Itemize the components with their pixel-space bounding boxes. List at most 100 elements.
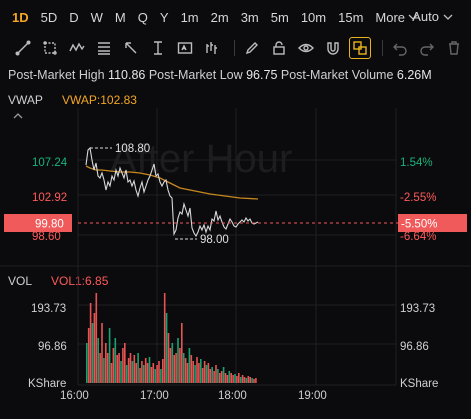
volume-bar [165, 313, 168, 383]
volume-bar [209, 369, 212, 383]
left-tick-low: 98.60 [32, 231, 61, 243]
volume-bar [220, 371, 223, 383]
volume-bar [99, 353, 101, 383]
volume-bar [232, 375, 234, 383]
volume-bar [200, 359, 202, 383]
volume-bar [141, 361, 143, 383]
time-tick-1: 16:00 [60, 390, 89, 402]
volume-bar [93, 313, 96, 383]
low-annotation: 98.00 [200, 234, 229, 246]
volume-bar [122, 348, 124, 383]
volume-bar [236, 376, 238, 383]
volume-bar [219, 373, 221, 383]
volume-bar [167, 333, 170, 383]
volume-bar [103, 358, 105, 383]
volume-bar [162, 359, 164, 383]
vol-right-tick-1: 193.73 [400, 303, 435, 315]
volume-bar [181, 323, 183, 383]
volume-bar [163, 293, 166, 383]
volume-bar [230, 373, 232, 383]
volume-bar [192, 361, 194, 383]
volume-bar [133, 355, 136, 383]
volume-bar [89, 303, 92, 383]
volume-bar [150, 367, 153, 383]
vol-left-tick-2: 96.86 [38, 341, 67, 353]
volume-bar [234, 374, 236, 383]
volume-bar [194, 365, 196, 383]
right-tick-high: 1.54% [400, 157, 433, 169]
volume-bar [124, 343, 126, 383]
volume-bar [243, 377, 246, 383]
volume-bar [144, 358, 147, 383]
volume-bar [186, 363, 189, 383]
volume-bar [154, 369, 156, 383]
volume-bar [253, 379, 255, 383]
volume-bar [205, 365, 208, 383]
volume-bar [173, 355, 175, 383]
volume-bar [241, 375, 244, 383]
volume-bar [91, 323, 94, 383]
right-tick-mid: -2.55% [400, 192, 436, 204]
volume-bar [135, 363, 137, 383]
left-tick-mid: 102.92 [32, 192, 67, 204]
volume-bar [247, 376, 250, 383]
volume-bar [108, 328, 111, 383]
volume-bar [95, 293, 98, 383]
volume-bar [175, 353, 177, 383]
time-tick-2: 17:00 [140, 390, 169, 402]
volume-bar [156, 365, 158, 383]
volume-bar [114, 338, 117, 383]
current-price: 99.80 [35, 219, 64, 231]
time-tick-4: 19:00 [298, 390, 327, 402]
volume-bar [217, 369, 219, 383]
volume-bar [196, 357, 198, 383]
volume-bar [222, 367, 225, 383]
volume-bar [97, 338, 99, 383]
volume-bar [245, 378, 248, 383]
current-pct: -5.50% [401, 219, 437, 231]
volume-bar [190, 355, 193, 383]
volume-bar [177, 338, 179, 383]
volume-bar [203, 361, 206, 383]
volume-bar [110, 363, 113, 383]
volume-bar [182, 353, 185, 383]
vol-left-tick-3: KShare [28, 378, 66, 390]
volume-bar [87, 328, 90, 383]
volume-bar [188, 348, 191, 383]
volume-bar [118, 353, 120, 383]
volume-bar [255, 378, 257, 383]
volume-bar [201, 368, 204, 383]
vol-left-tick-1: 193.73 [31, 303, 66, 315]
volume-bar [125, 365, 128, 383]
volume-bar [226, 375, 229, 383]
volume-bar [213, 371, 215, 383]
volume-bar [251, 378, 253, 383]
volume-bar [116, 355, 118, 383]
volume-bars [86, 293, 257, 383]
volume-bar [129, 353, 132, 383]
volume-bar [238, 373, 240, 383]
volume-bar [228, 371, 231, 383]
chart-canvas[interactable]: After Hour 108.80 98.00 107.24 102.92 98… [0, 0, 471, 419]
right-tick-low: -6.64% [400, 231, 436, 243]
volume-bar [120, 361, 122, 383]
volume-bar [131, 361, 134, 383]
volume-bar [158, 361, 160, 383]
vol-right-tick-3: KShare [400, 378, 438, 390]
time-tick-3: 18:00 [218, 390, 247, 402]
volume-bar [86, 343, 88, 383]
volume-bar [148, 357, 151, 383]
volume-bar [160, 369, 162, 383]
volume-bar [143, 365, 145, 383]
volume-bar [112, 348, 115, 383]
volume-bar [198, 363, 200, 383]
volume-bar [105, 343, 107, 383]
volume-bar [224, 373, 227, 383]
volume-bar [171, 343, 174, 383]
volume-bar [215, 365, 217, 383]
volume-bar [101, 323, 103, 383]
volume-bar [127, 358, 130, 383]
volume-bar [179, 348, 181, 383]
volume-bar [249, 377, 251, 383]
vol-right-tick-2: 96.86 [400, 341, 429, 353]
